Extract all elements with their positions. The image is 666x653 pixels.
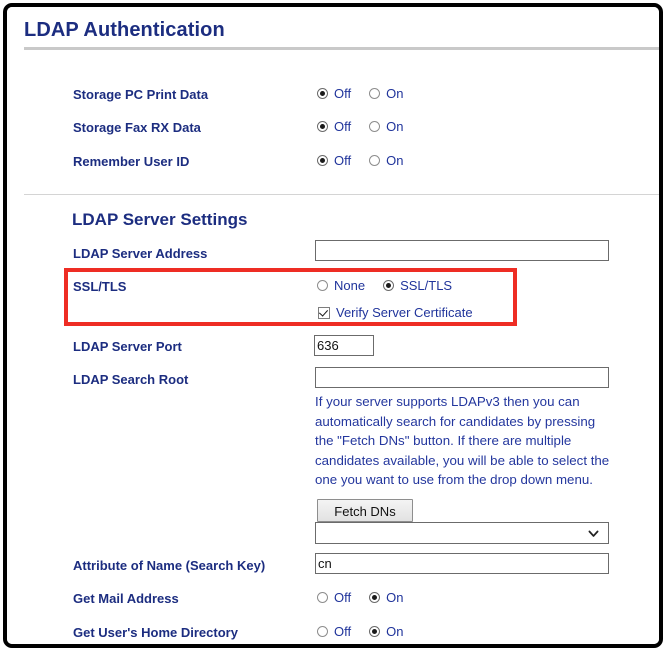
title-divider [24,47,659,50]
radio-storage-pc-print-data-on[interactable] [369,88,381,99]
ldap-search-root-input[interactable] [315,367,609,388]
radio-label-storage-pc-print-data-off: Off [334,86,352,101]
radio-get-mail-address-off[interactable] [317,592,328,603]
radio-remember-user-id-off[interactable] [317,155,328,166]
radio-label-remember-user-id-on: On [386,153,404,168]
section-divider [24,194,659,195]
radio-ssl-tls-ssl[interactable] [383,280,395,291]
label-storage-pc-print-data: Storage PC Print Data [73,87,209,102]
radio-label-storage-fax-rx-data-off: Off [334,119,352,134]
radio-storage-fax-rx-data-on[interactable] [369,121,381,132]
radio-label-get-users-home-directory-on: On [386,624,404,639]
radio-storage-pc-print-data-off[interactable] [317,88,328,99]
label-get-mail-address: Get Mail Address [73,591,179,606]
label-ssl-tls: SSL/TLS [73,279,127,294]
radio-group-remember-user-id[interactable]: Off On [317,153,403,168]
checkbox-verify-server-certificate[interactable] [318,306,330,319]
radio-get-mail-address-on[interactable] [369,592,381,603]
radio-get-users-home-directory-off[interactable] [317,626,328,637]
page-title: LDAP Authentication [24,19,225,41]
page-body: LDAP Authentication Storage PC Print Dat… [7,7,659,644]
radio-group-ssl-tls[interactable]: None SSL/TLS [317,278,452,293]
radio-group-get-mail-address[interactable]: Off On [317,590,403,605]
radio-remember-user-id-on[interactable] [369,155,381,166]
radio-label-get-mail-address-off: Off [334,590,352,605]
label-ldap-search-root: LDAP Search Root [73,372,189,387]
checkbox-row-verify-server-certificate[interactable]: Verify Server Certificate [318,305,473,320]
ldap-search-root-help-text: If your server supports LDAPv3 then you … [315,394,610,488]
section-title-ldap-server-settings: LDAP Server Settings [72,210,248,229]
chevron-down-icon [588,530,599,537]
label-ldap-server-port: LDAP Server Port [73,339,182,354]
radio-label-get-mail-address-on: On [386,590,404,605]
radio-label-ssl-tls-none: None [334,278,366,293]
label-get-users-home-directory: Get User's Home Directory [73,625,238,640]
radio-group-get-users-home-directory[interactable]: Off On [317,624,403,639]
dn-candidates-dropdown[interactable] [315,522,609,544]
radio-label-storage-fax-rx-data-on: On [386,119,404,134]
ldap-authentication-page: LDAP Authentication Storage PC Print Dat… [0,0,666,653]
fetch-dns-button[interactable]: Fetch DNs [317,499,413,522]
radio-group-storage-fax-rx-data[interactable]: Off On [317,119,403,134]
label-remember-user-id: Remember User ID [73,154,190,169]
label-storage-fax-rx-data: Storage Fax RX Data [73,120,201,135]
radio-label-get-users-home-directory-off: Off [334,624,352,639]
window-frame: LDAP Authentication Storage PC Print Dat… [3,3,663,648]
radio-storage-fax-rx-data-off[interactable] [317,121,328,132]
radio-label-ssl-tls-ssl: SSL/TLS [400,278,453,293]
label-attribute-of-name: Attribute of Name (Search Key) [73,558,266,573]
radio-get-users-home-directory-on[interactable] [369,626,381,637]
radio-label-storage-pc-print-data-on: On [386,86,404,101]
ldap-server-address-input[interactable] [315,240,609,261]
radio-label-remember-user-id-off: Off [334,153,352,168]
checkbox-label-verify-server-certificate: Verify Server Certificate [336,305,473,320]
attribute-of-name-input[interactable] [315,553,609,574]
ldap-server-port-input[interactable] [314,335,374,356]
label-ldap-server-address: LDAP Server Address [73,246,208,261]
radio-ssl-tls-none[interactable] [317,280,328,291]
radio-group-storage-pc-print-data[interactable]: Off On [317,86,403,101]
